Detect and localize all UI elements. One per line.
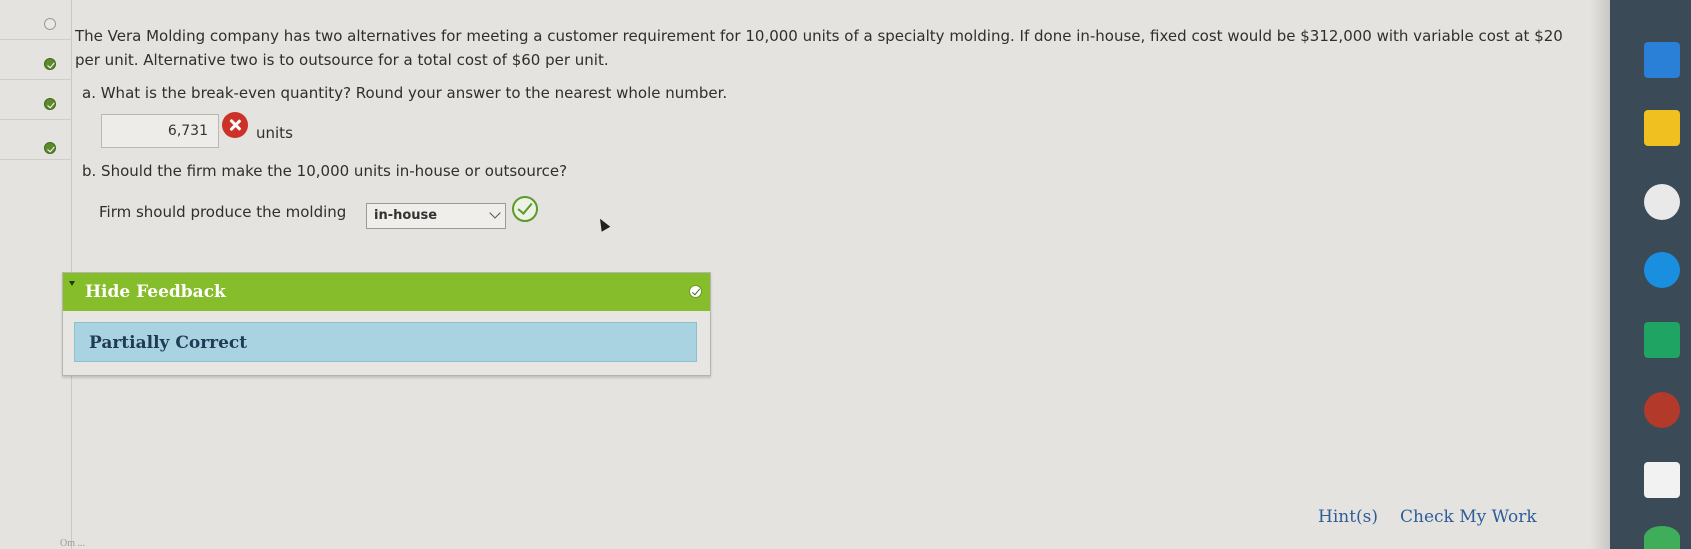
step-done-icon [44,142,56,154]
feedback-panel: Hide Feedback Partially Correct [62,272,711,376]
audio-app-icon[interactable] [1644,184,1680,220]
units-label: units [256,124,293,142]
hints-link[interactable]: Hint(s) [1318,507,1378,527]
notes-app-icon[interactable] [1644,110,1680,146]
step-done-icon [44,98,56,110]
step-empty-icon [44,18,56,30]
cloud-app-icon[interactable] [1644,252,1680,288]
rail-bottom-label: Om ... [60,538,85,549]
files-app-icon[interactable] [1644,462,1680,498]
step-item-2[interactable] [0,40,72,80]
make-or-buy-select[interactable]: in-house [366,203,506,229]
mouse-cursor-icon [595,216,611,232]
feedback-status-icon [689,285,702,298]
incorrect-x-icon [222,112,248,138]
part-b-prompt: b. Should the firm make the 10,000 units… [82,162,568,180]
feedback-status-text: Partially Correct [89,333,248,353]
chevron-down-icon [489,207,501,219]
feedback-header[interactable]: Hide Feedback [63,273,710,311]
docs-app-icon[interactable] [1644,42,1680,78]
molding-label: Firm should produce the molding [99,203,347,221]
step-item-1[interactable] [0,0,72,40]
step-item-4[interactable] [0,120,72,160]
check-my-work-link[interactable]: Check My Work [1400,507,1537,527]
step-done-icon [44,58,56,70]
break-even-input[interactable]: 6,731 [101,114,219,148]
collapse-triangle-icon [69,281,75,286]
correct-check-icon [512,196,538,222]
dock-separator [1590,0,1610,549]
chrome-app-icon[interactable] [1644,526,1680,549]
part-a-prompt: a. What is the break-even quantity? Roun… [82,84,728,102]
hide-feedback-toggle[interactable]: Hide Feedback [85,282,226,302]
feedback-status-box: Partially Correct [74,322,697,362]
grade-app-icon[interactable] [1644,392,1680,428]
question-text: The Vera Molding company has two alterna… [75,27,1563,69]
drive-app-icon[interactable] [1644,322,1680,358]
select-value: in-house [374,208,438,223]
step-item-3[interactable] [0,80,72,120]
